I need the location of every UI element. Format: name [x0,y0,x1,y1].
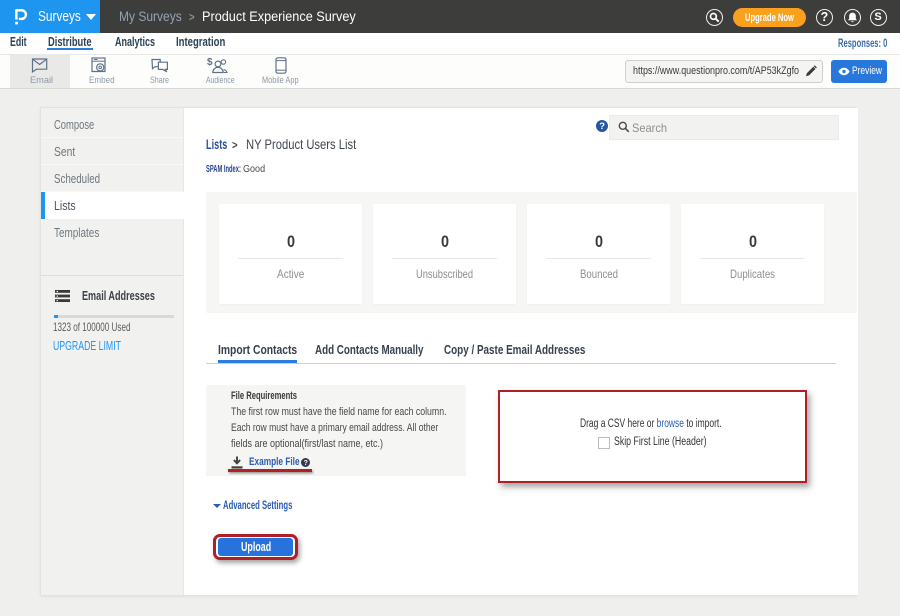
svg-text:$: $ [207,57,213,68]
